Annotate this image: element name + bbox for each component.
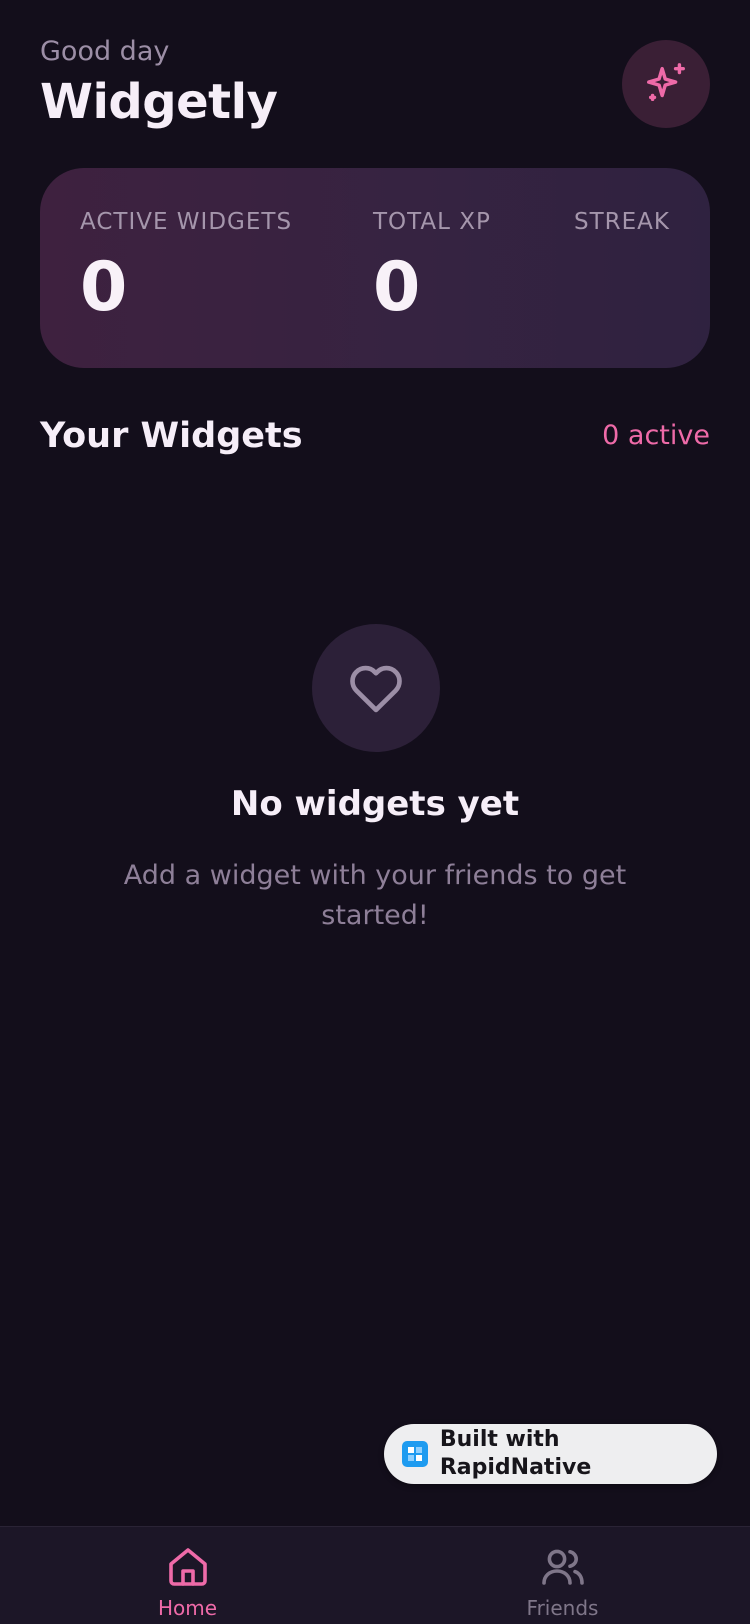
empty-state-title: No widgets yet <box>230 784 520 824</box>
heart-icon <box>350 665 402 713</box>
empty-state-icon-circle <box>312 624 440 752</box>
rapidnative-logo-icon <box>402 1441 428 1467</box>
stat-value: 0 <box>373 248 421 327</box>
tab-friends[interactable]: Friends <box>375 1527 750 1624</box>
stat-value: 0 <box>80 248 128 327</box>
header: Good day Widgetly <box>40 36 278 132</box>
stat-total-xp: TOTAL XP 0 <box>373 208 491 328</box>
stat-label: ACTIVE WIDGETS <box>80 209 293 235</box>
stat-streak: STREAK <box>574 208 670 248</box>
badge-label: Built with RapidNative <box>439 1427 592 1480</box>
tab-bar: Home Friends <box>0 1526 750 1624</box>
stats-card: ACTIVE WIDGETS 0 TOTAL XP 0 STREAK <box>40 168 710 368</box>
built-with-badge[interactable]: Built with RapidNative <box>384 1424 717 1484</box>
tab-home[interactable]: Home <box>0 1527 375 1624</box>
sparkles-icon <box>647 63 685 102</box>
app-title: Widgetly <box>40 74 278 130</box>
stat-active-widgets: ACTIVE WIDGETS 0 <box>80 208 292 328</box>
sparkle-button[interactable] <box>622 40 710 128</box>
users-icon <box>541 1549 584 1585</box>
home-icon <box>168 1548 207 1586</box>
tab-home-label: Home <box>157 1596 218 1620</box>
greeting-text: Good day <box>40 36 170 67</box>
stat-label: STREAK <box>574 209 670 235</box>
active-count: 0 active <box>602 420 710 451</box>
home-screen: Good day Widgetly ACTIVE WIDGETS 0 TOTAL… <box>0 0 750 1624</box>
stat-label: TOTAL XP <box>373 209 491 235</box>
empty-state-description: Add a widget with your friends to get st… <box>123 860 627 931</box>
tab-friends-label: Friends <box>526 1596 599 1620</box>
section-title: Your Widgets <box>40 416 303 456</box>
